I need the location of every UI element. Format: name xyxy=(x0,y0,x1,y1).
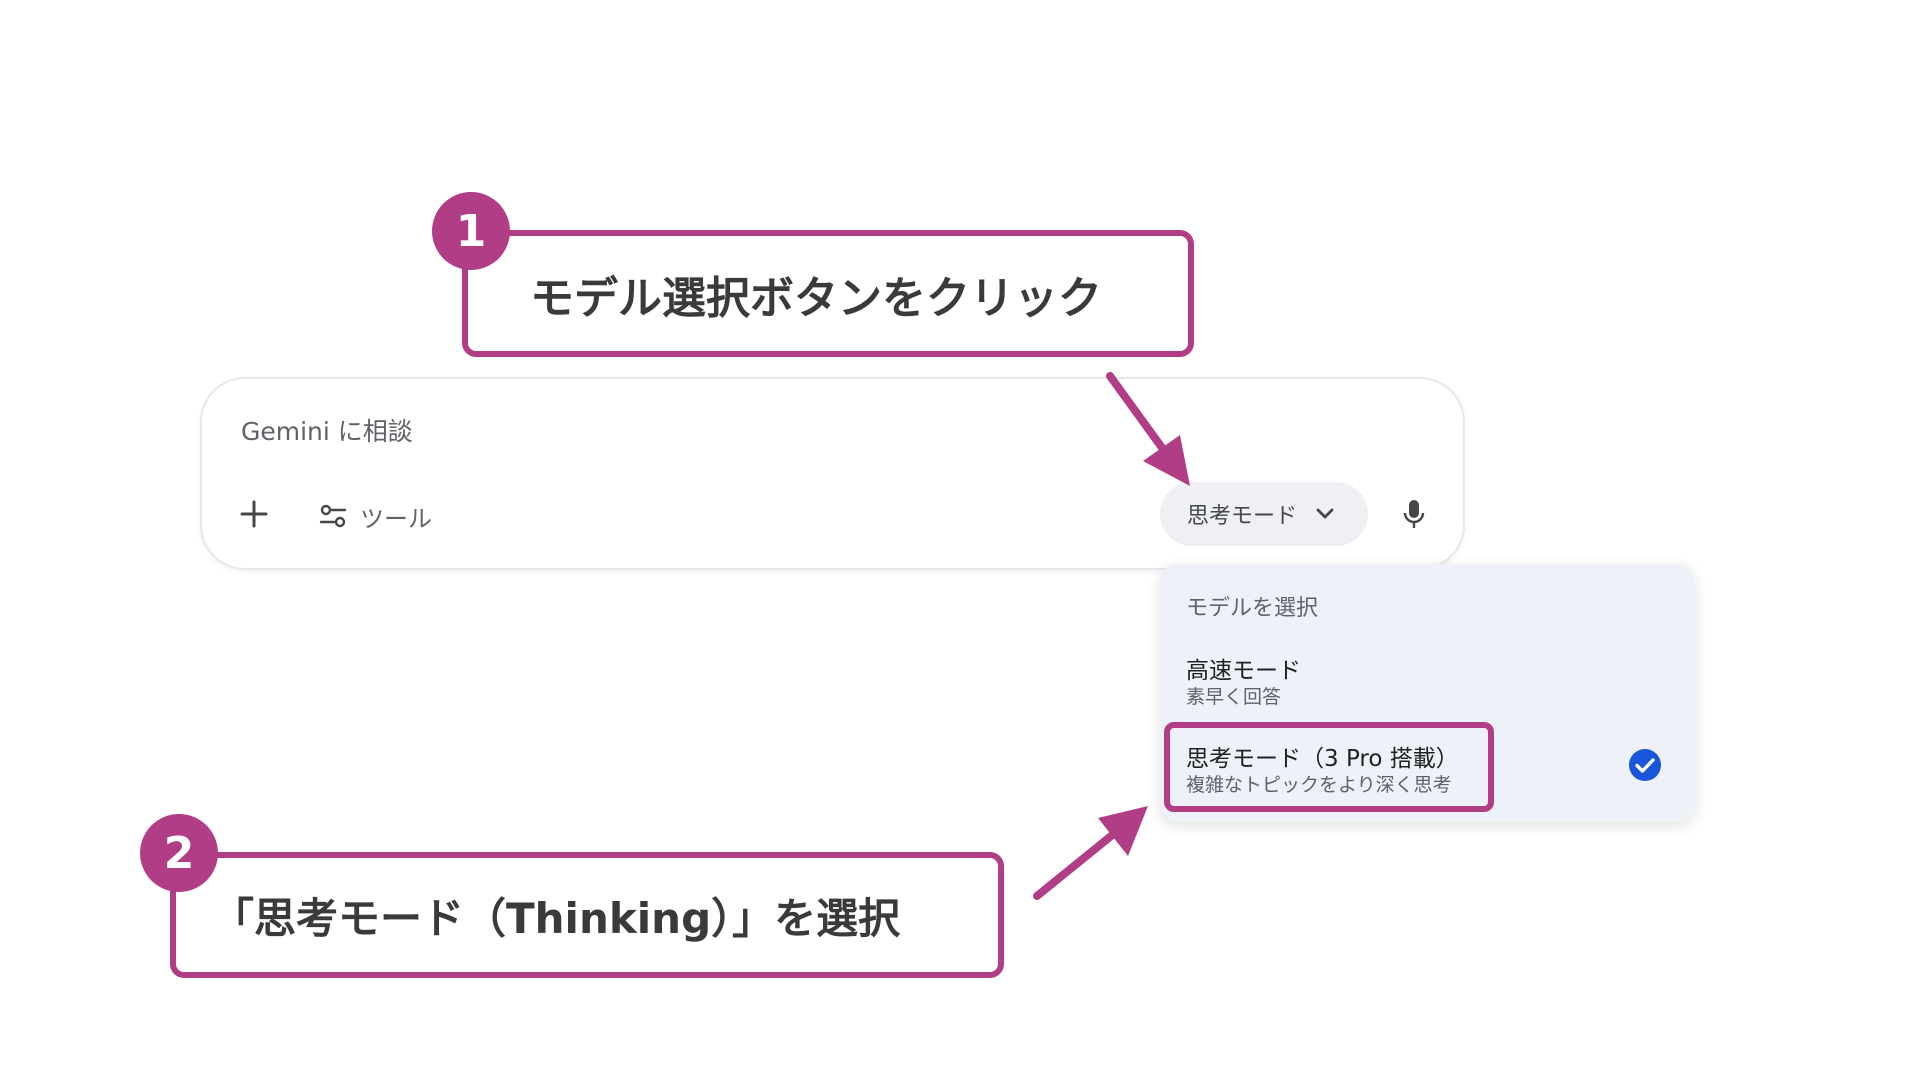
step-1-badge: 1 xyxy=(432,192,510,270)
callout-step-1-text: モデル選択ボタンをクリック xyxy=(530,272,1102,324)
step-1-number: 1 xyxy=(455,205,487,257)
step-2-badge: 2 xyxy=(140,814,218,892)
arrow-2 xyxy=(1033,806,1148,900)
callout-step-2-text: 「思考モード（Thinking）」を選択 xyxy=(212,893,901,943)
arrow-1 xyxy=(1106,372,1190,486)
step-2-number: 2 xyxy=(163,827,195,879)
callout-step-1: モデル選択ボタンをクリック xyxy=(462,230,1194,357)
callout-step-2: 「思考モード（Thinking）」を選択 xyxy=(170,852,1004,978)
